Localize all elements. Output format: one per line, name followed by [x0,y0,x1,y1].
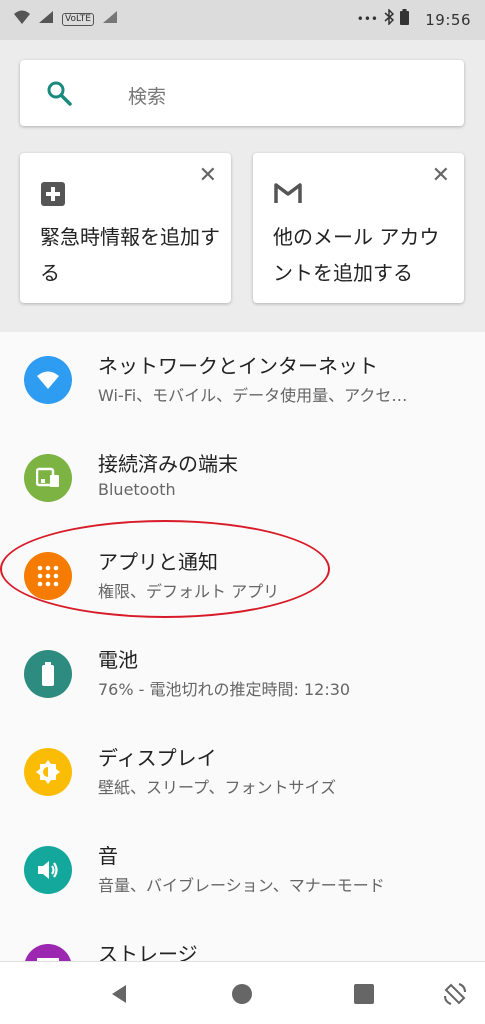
suggestion-card-emergency[interactable]: ✕ 緊急時情報を追加する [20,153,231,303]
setting-network[interactable]: ネットワークとインターネット Wi-Fi、モバイル、データ使用量、アクセ… [0,340,485,436]
setting-battery[interactable]: 電池 76% - 電池切れの推定時間: 12:30 [0,634,485,730]
search-bar[interactable]: 検索 [20,60,464,126]
setting-display[interactable]: ディスプレイ 壁紙、スリープ、フォントサイズ [0,732,485,828]
search-placeholder: 検索 [128,86,167,108]
status-bar: VoLTE ••• 19:56 [0,0,485,40]
wifi-icon [14,10,30,28]
gmail-icon [273,181,302,207]
setting-connected-devices[interactable]: 接続済みの端末 Bluetooth [0,438,485,534]
more-icon: ••• [356,12,378,26]
signal-icon [38,10,54,28]
devices-icon [24,454,72,502]
setting-title: ディスプレイ [98,746,217,770]
home-icon[interactable] [230,982,254,1006]
brightness-icon [24,748,72,796]
battery-icon [24,650,72,698]
status-right-icons: ••• [356,8,409,29]
setting-subtitle: 音量、バイブレーション、マナーモード [98,876,385,895]
wifi-icon [24,356,72,404]
mobile-data-icon [102,10,118,28]
setting-title: 電池 [98,648,138,672]
setting-subtitle: Wi-Fi、モバイル、データ使用量、アクセ… [98,386,408,405]
setting-sound[interactable]: 音 音量、バイブレーション、マナーモード [0,830,485,926]
navigation-bar [0,961,485,1024]
volume-icon [24,846,72,894]
bluetooth-icon [384,8,395,29]
rotate-icon[interactable] [443,982,467,1006]
back-icon[interactable] [108,982,132,1006]
plus-square-icon [40,181,66,207]
suggestion-card-email[interactable]: ✕ 他のメール アカウントを追加する [253,153,464,303]
highlight-annotation [0,520,330,618]
setting-title: 音 [98,844,118,868]
recents-icon[interactable] [352,982,376,1006]
status-left-icons: VoLTE [14,10,118,28]
setting-title: ネットワークとインターネット [98,354,378,378]
close-icon[interactable]: ✕ [199,165,217,187]
volte-icon: VoLTE [62,12,94,26]
close-icon[interactable]: ✕ [432,165,450,187]
battery-icon [400,9,409,29]
setting-subtitle: 壁紙、スリープ、フォントサイズ [98,778,337,797]
suggestion-text: 緊急時情報を追加する [40,225,220,285]
setting-subtitle: 76% - 電池切れの推定時間: 12:30 [98,680,351,699]
search-icon [46,80,72,106]
setting-subtitle: Bluetooth [98,480,176,499]
status-time: 19:56 [425,11,471,29]
suggestion-text: 他のメール アカウントを追加する [273,225,440,285]
setting-title: 接続済みの端末 [98,452,238,476]
